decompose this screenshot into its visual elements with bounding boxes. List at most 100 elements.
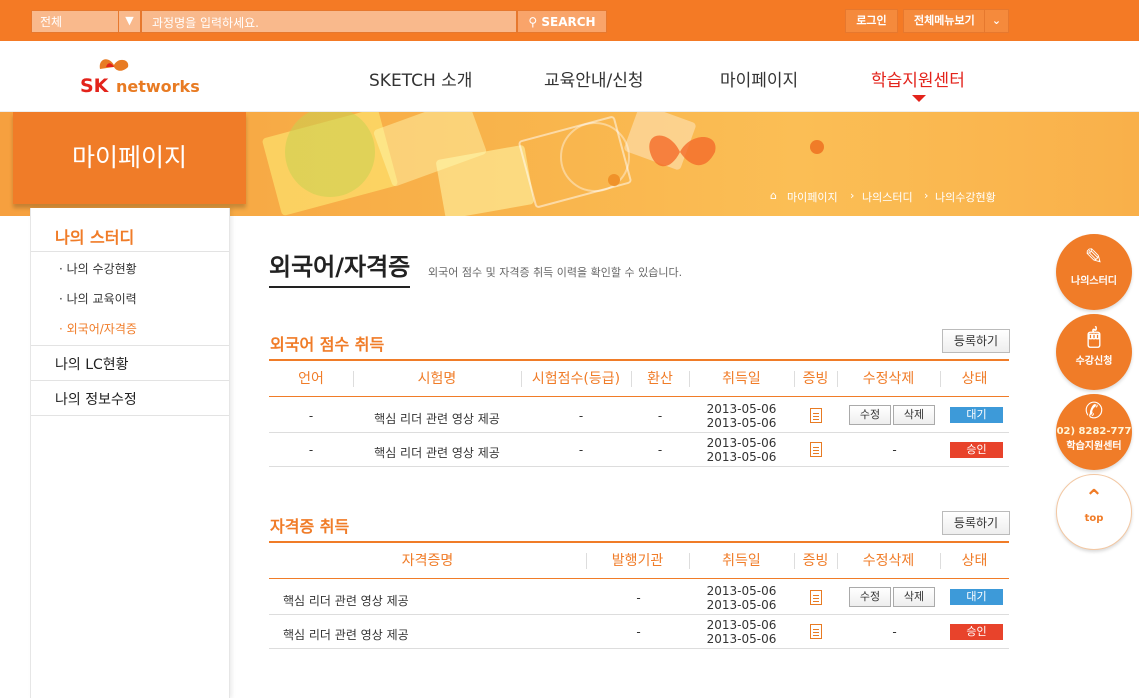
breadcrumb-sep: › [850,189,855,202]
col-header: 시험명 [417,371,457,387]
phone-icon: ✆ [1084,399,1104,424]
side-nav-item-history[interactable]: · 나의 교육이력 [59,290,137,307]
cell-cert-name: 핵심 리더 관련 영상 제공 [283,594,409,608]
certificate-section-title: 자격증 취득 [270,517,350,536]
side-nav-heading[interactable]: 나의 스터디 [55,224,134,248]
breadcrumb-sep: › [924,189,929,202]
home-icon: ⌂ [770,189,777,202]
search-icon: ⚲ [528,15,542,29]
cell-issuer: - [636,591,641,605]
col-header: 환산 [647,371,673,387]
all-menu-label: 전체메뉴보기 [914,14,975,27]
edit-button[interactable]: 수정 [849,587,891,607]
quick-my-study-button[interactable]: ✎ 나의스터디 [1056,234,1132,310]
all-menu-button[interactable]: 전체메뉴보기 ⌄ [903,9,1009,33]
language-section-title: 외국어 점수 취득 [270,335,385,354]
col-header: 언어 [298,371,324,387]
quick-support-label: 학습지원센터 [1066,441,1122,452]
status-badge: 승인 [950,442,1003,458]
pencil-icon: ✎ [1084,245,1104,270]
side-nav-item-label: 나의 수강현황 [66,262,137,276]
cell-date: 2013-05-06 2013-05-06 [706,584,777,612]
col-header: 증빙 [802,371,829,387]
scroll-top-button[interactable]: ⌃ top [1056,474,1132,550]
chevron-down-icon: ▼ [118,11,140,32]
col-header: 취득일 [722,553,761,569]
document-icon[interactable] [810,590,822,605]
side-nav-item-lc[interactable]: 나의 LC현황 [55,354,129,374]
document-icon[interactable] [810,408,822,423]
quick-apply-button[interactable]: 🖱 수강신청 [1056,314,1132,390]
breadcrumb-mypage[interactable]: 마이페이지 [787,189,838,205]
category-select-value: 전체 [40,15,63,29]
cell-cert-name: 핵심 리더 관련 영상 제공 [283,628,409,642]
nav-education[interactable]: 교육안내/신청 [544,66,644,91]
cell-converted: - [657,443,663,457]
side-nav-item-course-status[interactable]: · 나의 수강현황 [59,260,137,277]
breadcrumb-mystudy[interactable]: 나의스터디 [862,189,913,205]
cell-date: 2013-05-06 2013-05-06 [706,436,777,464]
cell-edit: - [892,443,897,457]
logo-networks: networks [116,77,200,96]
page-heading: 외국어/자격증 [269,247,411,288]
status-badge: 대기 [950,407,1003,423]
category-select[interactable]: 전체 ▼ [31,10,141,33]
login-button[interactable]: 로그인 [845,9,898,33]
breadcrumb-current[interactable]: 나의수강현황 [935,189,996,205]
side-nav-item-language-cert[interactable]: · 외국어/자격증 [59,320,137,337]
quick-apply-label: 수강신청 [1075,356,1113,367]
cell-language: - [308,409,314,423]
col-header: 수정삭제 [862,553,915,569]
certificate-table: 자격증명 발행기관 취득일 증빙 수정삭제 상태 핵심 리더 관련 영상 제공 … [269,541,1009,649]
chevron-down-icon: ⌄ [984,10,1008,32]
support-phone: 02) 8282-777 [1056,426,1132,437]
logo-sk: SK [80,75,109,97]
status-badge: 승인 [950,624,1003,640]
logo[interactable]: SK networks [78,53,208,98]
nav-mypage[interactable]: 마이페이지 [720,66,798,91]
page-description: 외국어 점수 및 자격증 취득 이력을 확인할 수 있습니다. [428,266,683,279]
side-nav-item-label: 외국어/자격증 [66,322,137,336]
document-icon[interactable] [810,624,822,639]
chevron-up-icon: ⌃ [1084,486,1104,511]
side-nav: 나의 스터디 · 나의 수강현황 · 나의 교육이력 · 외국어/자격증 나의 … [30,208,230,698]
cell-exam: 핵심 리더 관련 영상 제공 [374,446,500,460]
side-nav-item-label: 나의 교육이력 [66,292,137,306]
col-header: 시험점수(등급) [531,371,621,387]
nav-support-center[interactable]: 학습지원센터 [871,66,965,91]
col-header: 상태 [961,553,988,569]
delete-button[interactable]: 삭제 [893,405,935,425]
cell-issuer: - [636,625,641,639]
cell-date: 2013-05-06 2013-05-06 [706,618,777,646]
nav-sketch[interactable]: SKETCH 소개 [369,66,472,91]
edit-button[interactable]: 수정 [849,405,891,425]
col-header: 발행기관 [611,553,664,569]
mouse-icon: 🖱 [1087,325,1101,350]
language-register-button[interactable]: 등록하기 [942,329,1010,353]
cell-converted: - [657,409,663,423]
delete-button[interactable]: 삭제 [893,587,935,607]
col-header: 증빙 [802,553,829,569]
search-button[interactable]: ⚲ SEARCH [517,10,607,33]
search-button-label: SEARCH [541,15,596,29]
document-icon[interactable] [810,442,822,457]
active-indicator-icon [912,95,926,102]
cell-exam: 핵심 리더 관련 영상 제공 [374,412,500,426]
search-input[interactable]: 과정명을 입력하세요. [141,10,517,33]
col-header: 수정삭제 [862,371,915,387]
cell-score: - [578,409,584,423]
status-badge: 대기 [950,589,1003,605]
cell-score: - [578,443,584,457]
scroll-top-label: top [1084,513,1104,524]
col-header: 취득일 [722,371,761,387]
certificate-register-button[interactable]: 등록하기 [942,511,1010,535]
language-table: 언어 시험명 시험점수(등급) 환산 취득일 증빙 수정삭제 상태 - 핵심 리… [269,359,1009,467]
col-header: 상태 [961,371,988,387]
quick-my-study-label: 나의스터디 [1071,276,1117,287]
top-bar: 전체 ▼ 과정명을 입력하세요. ⚲ SEARCH 로그인 전체메뉴보기 ⌄ [0,0,1139,41]
cell-language: - [308,443,314,457]
cell-edit: - [892,625,897,639]
quick-support-button[interactable]: ✆ 02) 8282-777 학습지원센터 [1056,394,1132,470]
side-nav-item-profile[interactable]: 나의 정보수정 [55,389,137,409]
page-title-box: 마이페이지 [13,112,246,204]
